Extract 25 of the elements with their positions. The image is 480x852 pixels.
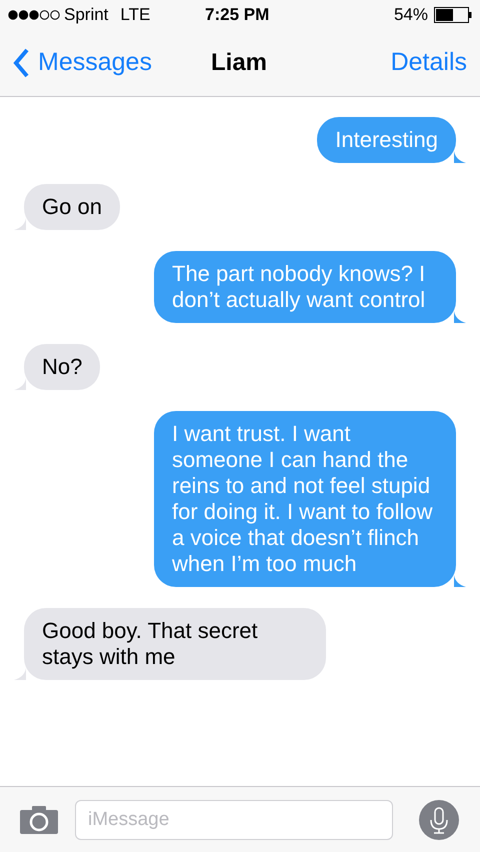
signal-icon bbox=[8, 10, 60, 20]
bubble-tail-icon bbox=[454, 151, 466, 163]
details-button[interactable]: Details bbox=[390, 44, 468, 82]
chevron-left-icon bbox=[12, 47, 30, 79]
message-bubble: No? bbox=[24, 344, 100, 390]
message-bubble: Good boy. That secret stays with me bbox=[24, 608, 326, 680]
message-bubble: Go on bbox=[24, 184, 120, 230]
message-input[interactable]: iMessage bbox=[75, 800, 393, 840]
back-button[interactable]: Messages bbox=[12, 44, 152, 82]
microphone-icon[interactable] bbox=[419, 800, 459, 840]
camera-icon[interactable] bbox=[20, 806, 58, 834]
battery-icon bbox=[434, 7, 472, 23]
message-bubble: I want trust. I want someone I can hand the reins to and not feel stupid for doing it. I want to follow a voice that doesn’t flinch when I’m too much bbox=[154, 411, 456, 587]
contact-name: Liam bbox=[211, 48, 268, 78]
bubble-tail-icon bbox=[14, 378, 26, 390]
network-type: LTE bbox=[120, 4, 150, 26]
bubble-tail-icon bbox=[14, 218, 26, 230]
bubble-tail-icon bbox=[14, 668, 26, 680]
message-bubble: The part nobody knows? I don’t actually want control bbox=[154, 251, 456, 323]
carrier-name: Sprint bbox=[64, 4, 108, 26]
message-bubble: Interesting bbox=[317, 117, 456, 163]
clock-time: 7:25 PM bbox=[205, 4, 270, 26]
bubble-tail-icon bbox=[454, 311, 466, 323]
bubble-tail-icon bbox=[454, 575, 466, 587]
battery-percent: 54% bbox=[394, 4, 428, 26]
